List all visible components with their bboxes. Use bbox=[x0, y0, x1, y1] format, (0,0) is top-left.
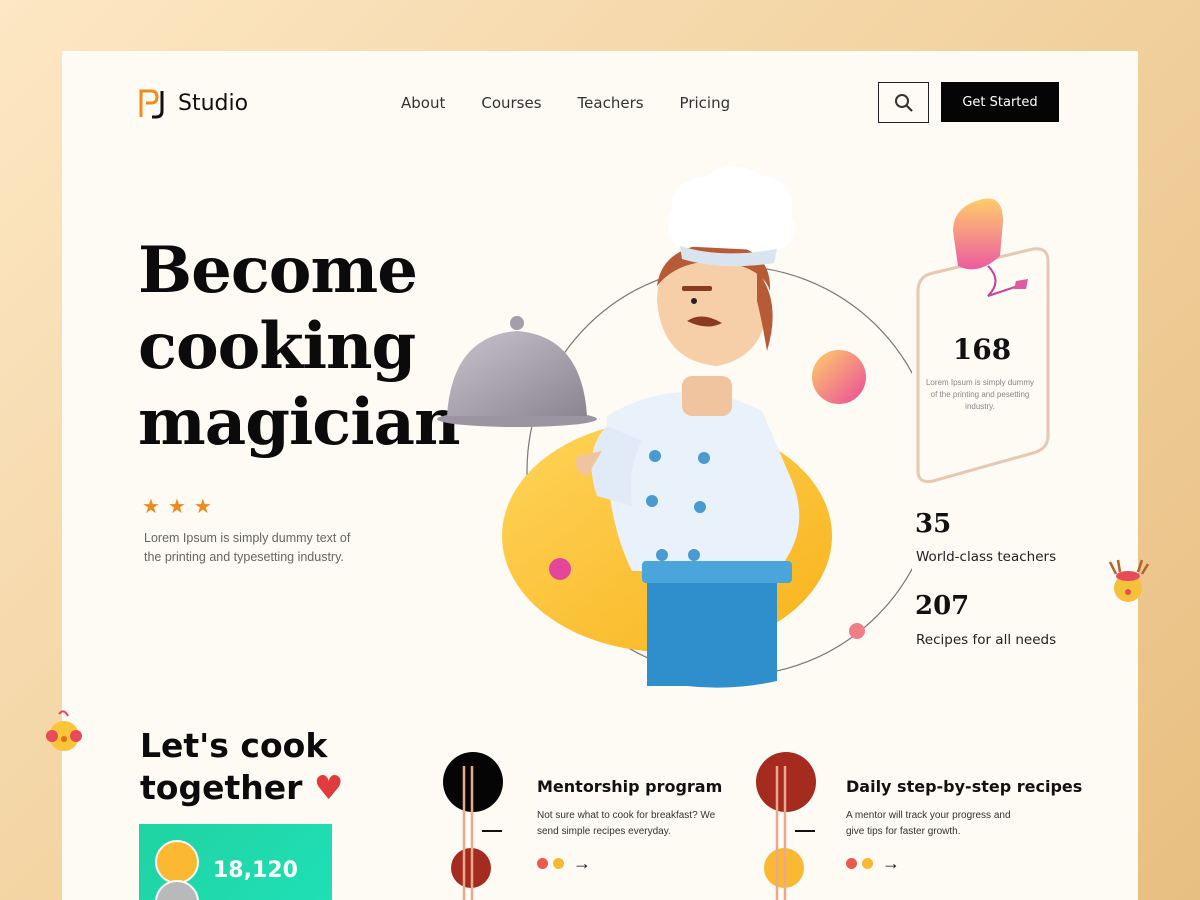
bird-emoji-icon bbox=[46, 710, 82, 751]
brand-logo[interactable]: Studio bbox=[138, 87, 248, 119]
brand-name: Studio bbox=[178, 90, 249, 116]
feature-description: Not sure what to cook for breakfast? We … bbox=[537, 810, 716, 837]
star-icon: ★ bbox=[142, 496, 160, 518]
nav-about[interactable]: About bbox=[401, 94, 445, 112]
feature-description: A mentor will track your progress and gi… bbox=[846, 810, 1011, 837]
nav-pricing[interactable]: Pricing bbox=[680, 94, 731, 112]
nav-teachers[interactable]: Teachers bbox=[578, 94, 644, 112]
teachers-stat-value: 35 bbox=[915, 509, 952, 539]
feature-title: Mentorship program bbox=[537, 777, 723, 796]
hero-title: Become cooking magician bbox=[138, 233, 461, 461]
hero-title-line-2: cooking bbox=[138, 309, 416, 384]
feature-title: Daily step-by-step recipes bbox=[846, 777, 1083, 796]
feature-mentorship: Mentorship program Not sure what to cook… bbox=[537, 777, 722, 840]
carousel-dot[interactable] bbox=[537, 857, 548, 869]
students-count: 18,120 bbox=[213, 858, 298, 883]
recipes-stat-label: Recipes for all needs bbox=[916, 632, 1057, 648]
main-nav: About Courses Teachers Pricing bbox=[401, 94, 730, 112]
heart-icon: ♥ bbox=[302, 768, 344, 807]
featured-stat-value: 168 bbox=[952, 333, 1012, 366]
logo-mark-icon bbox=[139, 89, 164, 119]
feature-daily-controls: → bbox=[846, 854, 900, 872]
teachers-stat-label: World-class teachers bbox=[916, 549, 1057, 565]
search-icon bbox=[894, 93, 913, 112]
avatar bbox=[155, 880, 199, 900]
chef-illustration bbox=[437, 166, 912, 688]
rating-stars: ★ ★ ★ bbox=[142, 497, 212, 517]
section-title: Let's cook together ♥ bbox=[140, 725, 360, 809]
search-button[interactable] bbox=[878, 82, 929, 123]
recipes-stat-value: 207 bbox=[915, 591, 970, 621]
feature-mentorship-controls: → bbox=[537, 854, 591, 872]
star-icon: ★ bbox=[167, 496, 186, 518]
hero-title-line-1: Become bbox=[138, 233, 418, 308]
students-card[interactable]: 18,120 bbox=[139, 824, 332, 900]
arrow-right-icon[interactable]: → bbox=[882, 854, 900, 872]
reindeer-emoji-icon bbox=[1108, 559, 1150, 602]
carousel-dot[interactable] bbox=[846, 857, 857, 869]
feature-2-decoration bbox=[756, 752, 816, 900]
section-title-word: together bbox=[140, 768, 303, 807]
nav-courses[interactable]: Courses bbox=[481, 94, 541, 112]
landing-page-card: Studio About Courses Teachers Pricing Ge… bbox=[62, 51, 1138, 900]
avatar bbox=[155, 840, 199, 884]
featured-stat-description: Lorem Ipsum is simply dummy of the print… bbox=[925, 378, 1035, 411]
carousel-dot[interactable] bbox=[553, 857, 564, 869]
feature-1-decoration bbox=[443, 752, 503, 900]
carousel-dot[interactable] bbox=[862, 857, 873, 869]
star-icon: ★ bbox=[193, 496, 212, 518]
hero-description: Lorem Ipsum is simply dummy text of the … bbox=[144, 531, 351, 564]
section-title-line-2: together ♥ bbox=[140, 767, 360, 809]
feature-daily-recipes: Daily step-by-step recipes A mentor will… bbox=[846, 777, 1082, 840]
hero-title-line-3: magician bbox=[138, 385, 461, 460]
get-started-button[interactable]: Get Started bbox=[941, 82, 1059, 122]
arrow-right-icon[interactable]: → bbox=[573, 854, 591, 872]
section-title-line-1: Let's cook bbox=[140, 726, 328, 765]
